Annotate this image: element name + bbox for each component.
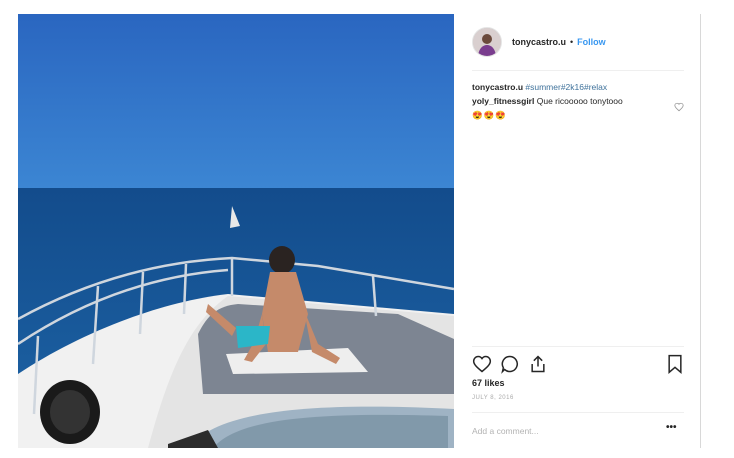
caption-username[interactable]: tonycastro.u — [472, 82, 523, 92]
avatar-image — [473, 28, 501, 56]
boat-photo-illustration — [18, 14, 454, 448]
avatar[interactable] — [472, 27, 502, 57]
small-heart-icon[interactable] — [674, 102, 684, 116]
add-comment-input[interactable]: Add a comment... — [472, 426, 539, 436]
share-icon[interactable] — [528, 354, 548, 379]
header-divider — [472, 70, 684, 71]
instagram-post-card: tonycastro.u • Follow tonycastro.u #summ… — [18, 14, 701, 448]
caption-hashtags[interactable]: #summer#2k16#relax — [525, 82, 607, 92]
likes-count[interactable]: 67 likes — [472, 378, 505, 388]
post-header: tonycastro.u • Follow — [472, 26, 682, 58]
header-username[interactable]: tonycastro.u — [512, 37, 566, 47]
bookmark-icon[interactable] — [666, 354, 684, 379]
caption: tonycastro.u #summer#2k16#relax — [472, 80, 684, 94]
post-date: JULY 8, 2016 — [472, 395, 514, 401]
comment-text: Que ricooooo tonytooo — [536, 96, 623, 106]
comment-username[interactable]: yoly_fitnessgirl — [472, 96, 534, 106]
heart-icon[interactable] — [472, 354, 492, 379]
actions-divider — [472, 346, 684, 347]
action-bar — [472, 354, 684, 374]
follow-button[interactable]: Follow — [577, 37, 606, 47]
comment-icon[interactable] — [500, 354, 520, 379]
comments-section: tonycastro.u #summer#2k16#relax yoly_fit… — [472, 80, 684, 122]
post-sidebar: tonycastro.u • Follow tonycastro.u #summ… — [454, 14, 700, 448]
post-photo[interactable] — [18, 14, 454, 448]
header-separator: • — [570, 37, 574, 47]
comment-emoji: 😍😍😍 — [472, 110, 507, 120]
comment-divider — [472, 412, 684, 413]
comment-item: yoly_fitnessgirl Que ricooooo tonytooo 😍… — [472, 94, 684, 122]
more-options-icon[interactable]: ••• — [666, 422, 677, 433]
